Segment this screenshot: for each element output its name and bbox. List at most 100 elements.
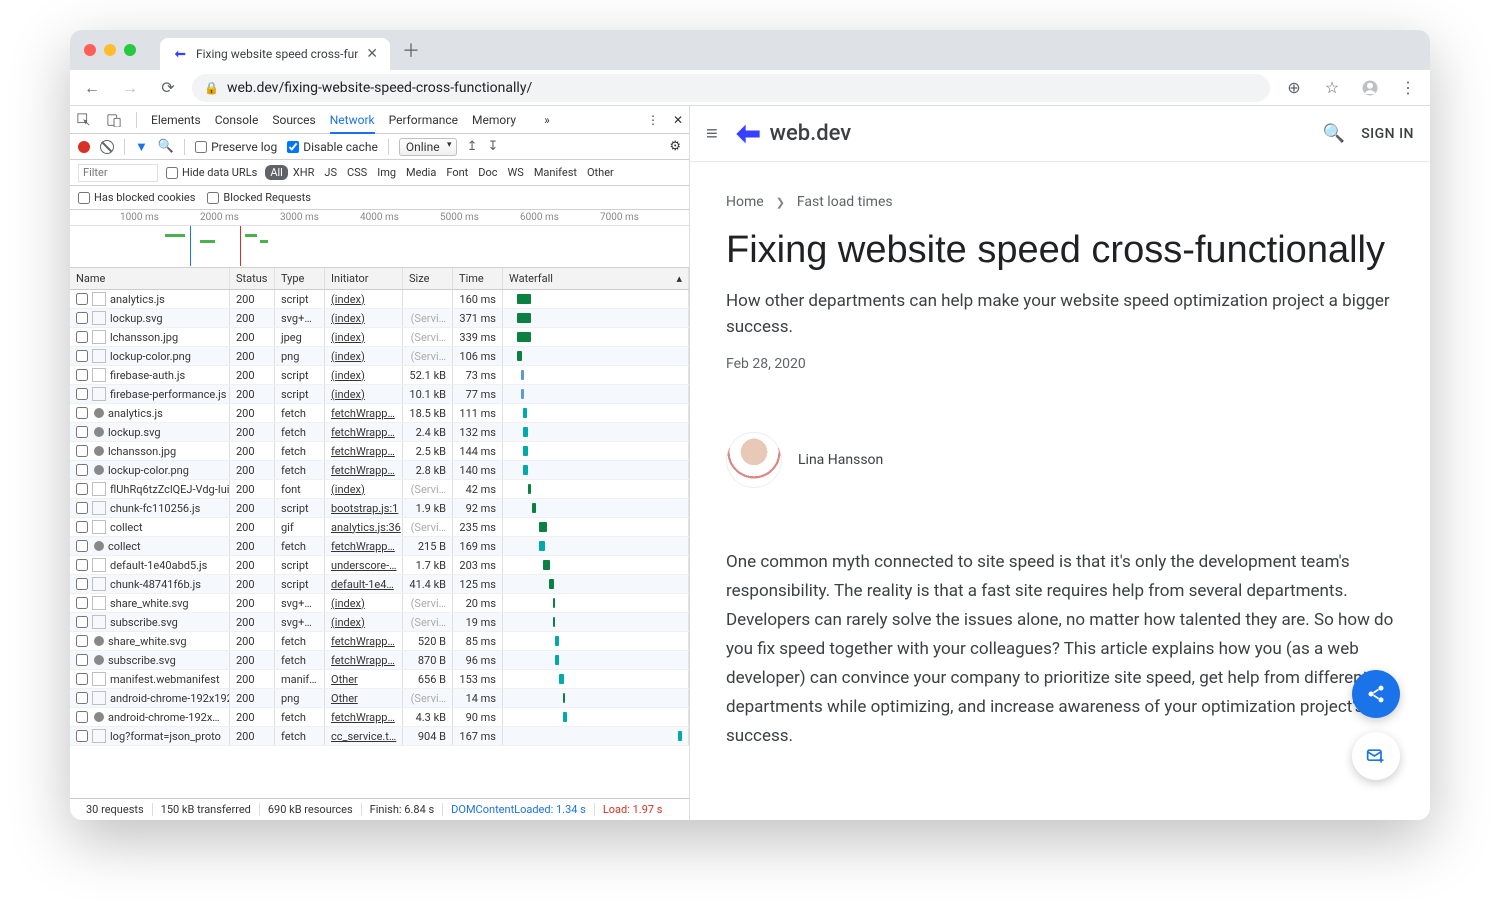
col-status[interactable]: Status (230, 268, 275, 289)
filter-xhr[interactable]: XHR (288, 165, 320, 180)
new-tab-button[interactable]: ＋ (398, 37, 424, 63)
throttling-select[interactable]: Online (399, 138, 457, 156)
filter-img[interactable]: Img (372, 165, 401, 180)
table-row[interactable]: firebase-auth.js200script(index)52.1 kB7… (70, 366, 689, 385)
brand-text: web.dev (770, 121, 852, 146)
back-button[interactable]: ← (78, 74, 106, 102)
settings-icon[interactable]: ⚙ (669, 139, 681, 154)
filter-toggle-icon[interactable]: ▼ (135, 139, 148, 155)
table-body[interactable]: analytics.js200script(index)160 mslockup… (70, 290, 689, 798)
col-waterfall[interactable]: Waterfall▴ (503, 268, 689, 289)
share-button[interactable] (1352, 670, 1400, 718)
minimize-window-button[interactable] (104, 44, 116, 56)
reload-button[interactable]: ⟳ (154, 74, 182, 102)
col-name[interactable]: Name (70, 268, 230, 289)
table-row[interactable]: lockup.svg200fetchfetchWrapp…2.4 kB132 m… (70, 423, 689, 442)
filter-other[interactable]: Other (582, 165, 619, 180)
record-button[interactable] (78, 141, 90, 153)
close-tab-button[interactable]: ✕ (366, 46, 378, 62)
hide-data-urls-checkbox[interactable]: Hide data URLs (166, 166, 257, 179)
table-row[interactable]: lchansson.jpg200fetchfetchWrapp…2.5 kB14… (70, 442, 689, 461)
forward-button[interactable]: → (116, 74, 144, 102)
hamburger-icon[interactable]: ≡ (706, 121, 718, 146)
more-tabs-icon[interactable]: » (544, 113, 550, 127)
upload-icon[interactable]: ↥ (467, 139, 478, 154)
table-row[interactable]: flUhRq6tzZclQEJ-Vdg-Iui…200font(index)(S… (70, 480, 689, 499)
col-size[interactable]: Size (403, 268, 453, 289)
url-text: web.dev/fixing-website-speed-cross-funct… (227, 80, 532, 96)
filter-media[interactable]: Media (401, 165, 441, 180)
table-row[interactable]: lockup-color.png200png(index)(Servi…106 … (70, 347, 689, 366)
inspect-element-icon[interactable] (76, 112, 92, 128)
search-icon[interactable]: 🔍 (158, 139, 174, 154)
author-name[interactable]: Lina Hansson (798, 452, 883, 468)
filter-all[interactable]: All (265, 165, 288, 180)
address-bar[interactable]: 🔒 web.dev/fixing-website-speed-cross-fun… (192, 74, 1270, 102)
table-row[interactable]: lockup-color.png200fetchfetchWrapp…2.8 k… (70, 461, 689, 480)
blocked-requests-checkbox[interactable]: Blocked Requests (207, 191, 311, 204)
table-row[interactable]: chunk-fc110256.js200scriptbootstrap.js:1… (70, 499, 689, 518)
devtools-tab-memory[interactable]: Memory (472, 113, 516, 127)
maximize-window-button[interactable] (124, 44, 136, 56)
devtools-tab-sources[interactable]: Sources (272, 113, 315, 127)
table-row[interactable]: share_white.svg200svg+…(index)(Servi…20 … (70, 594, 689, 613)
filter-font[interactable]: Font (441, 165, 473, 180)
sign-in-button[interactable]: SIGN IN (1361, 126, 1414, 142)
table-row[interactable]: subscribe.svg200svg+…(index)(Servi…19 ms (70, 613, 689, 632)
brand[interactable]: web.dev (734, 120, 852, 148)
device-toggle-icon[interactable] (106, 112, 122, 128)
table-row[interactable]: chunk-48741f6b.js200scriptdefault-1e4…41… (70, 575, 689, 594)
download-icon[interactable]: ↧ (487, 139, 498, 154)
col-initiator[interactable]: Initiator (325, 268, 403, 289)
filter-css[interactable]: CSS (342, 165, 372, 180)
devtools-tab-network[interactable]: Network (330, 113, 375, 134)
devtools-tab-console[interactable]: Console (215, 113, 259, 127)
browser-tab[interactable]: Fixing website speed cross-fur ✕ (160, 38, 390, 70)
table-row[interactable]: log?format=json_proto200fetchcc_service.… (70, 727, 689, 746)
filter-input[interactable] (78, 164, 158, 182)
filter-manifest[interactable]: Manifest (529, 165, 582, 180)
disable-cache-checkbox[interactable]: Disable cache (287, 140, 378, 154)
browser-window: Fixing website speed cross-fur ✕ ＋ ← → ⟳… (70, 30, 1430, 820)
site-search-icon[interactable]: 🔍 (1323, 123, 1345, 144)
crumb-home[interactable]: Home (726, 194, 764, 210)
page-title: Fixing website speed cross-functionally (726, 228, 1394, 274)
article-body: One common myth connected to site speed … (726, 548, 1394, 750)
clear-button[interactable] (100, 140, 114, 154)
install-button[interactable]: ⊕ (1280, 74, 1308, 102)
profile-button[interactable] (1356, 74, 1384, 102)
devtools-close-icon[interactable]: ✕ (673, 113, 683, 127)
table-row[interactable]: collect200gifanalytics.js:36(Servi…235 m… (70, 518, 689, 537)
has-blocked-cookies-checkbox[interactable]: Has blocked cookies (78, 191, 195, 204)
crumb-fast[interactable]: Fast load times (797, 194, 893, 210)
table-row[interactable]: android-chrome-192x…200fetchfetchWrapp…4… (70, 708, 689, 727)
filter-ws[interactable]: WS (503, 165, 529, 180)
bookmark-button[interactable]: ☆ (1318, 74, 1346, 102)
table-row[interactable]: lchansson.jpg200jpeg(index)(Servi…339 ms (70, 328, 689, 347)
summary-resources: 690 kB resources (260, 803, 362, 816)
table-row[interactable]: analytics.js200script(index)160 ms (70, 290, 689, 309)
menu-button[interactable]: ⋮ (1394, 74, 1422, 102)
close-window-button[interactable] (84, 44, 96, 56)
table-row[interactable]: analytics.js200fetchfetchWrapp…18.5 kB11… (70, 404, 689, 423)
preserve-log-checkbox[interactable]: Preserve log (195, 140, 277, 154)
subscribe-button[interactable] (1352, 732, 1400, 780)
table-row[interactable]: collect200fetchfetchWrapp…215 B169 ms (70, 537, 689, 556)
filter-doc[interactable]: Doc (473, 165, 502, 180)
devtools-menu-icon[interactable]: ⋮ (647, 113, 659, 127)
table-row[interactable]: manifest.webmanifest200manif…Other656 B1… (70, 670, 689, 689)
filter-js[interactable]: JS (319, 165, 342, 180)
table-header: Name Status Type Initiator Size Time Wat… (70, 268, 689, 290)
table-row[interactable]: android-chrome-192x192.…200pngOther(Serv… (70, 689, 689, 708)
devtools-tab-elements[interactable]: Elements (151, 113, 201, 127)
col-time[interactable]: Time (453, 268, 503, 289)
devtools-tab-performance[interactable]: Performance (389, 113, 458, 127)
table-row[interactable]: default-1e40abd5.js200scriptunderscore-…… (70, 556, 689, 575)
timeline-overview[interactable]: 1000 ms2000 ms3000 ms4000 ms5000 ms6000 … (70, 210, 689, 268)
table-row[interactable]: share_white.svg200fetchfetchWrapp…520 B8… (70, 632, 689, 651)
summary-dcl: DOMContentLoaded: 1.34 s (443, 803, 595, 816)
table-row[interactable]: subscribe.svg200fetchfetchWrapp…870 B96 … (70, 651, 689, 670)
table-row[interactable]: lockup.svg200svg+…(index)(Servi…371 ms (70, 309, 689, 328)
table-row[interactable]: firebase-performance.js200script(index)1… (70, 385, 689, 404)
col-type[interactable]: Type (275, 268, 325, 289)
